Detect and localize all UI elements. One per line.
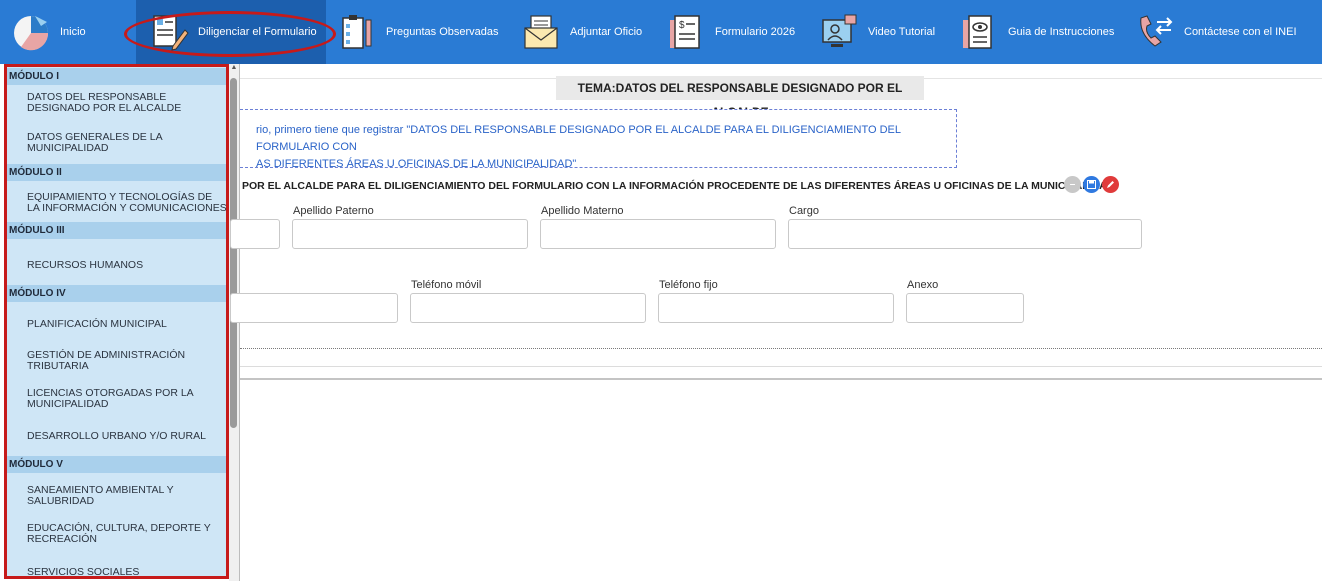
telefono-fijo-label: Teléfono fijo: [659, 279, 718, 291]
nav-label: Inicio: [60, 26, 86, 38]
apellido-materno-input[interactable]: [540, 219, 776, 249]
module-header-5: MÓDULO V: [7, 456, 226, 473]
save-icon[interactable]: [1083, 176, 1100, 193]
nav-label: Contáctese con el INEI: [1184, 26, 1297, 38]
nav-label: Formulario 2026: [715, 26, 796, 38]
telefono-movil-input[interactable]: [410, 293, 646, 323]
sidebar: MÓDULO I DATOS DEL RESPONSABLE DESIGNADO…: [0, 64, 240, 581]
guide-eye-icon: [958, 11, 1000, 53]
apellido-paterno-input[interactable]: [292, 219, 528, 249]
cargo-input[interactable]: [788, 219, 1142, 249]
sidebar-menu: MÓDULO I DATOS DEL RESPONSABLE DESIGNADO…: [4, 64, 229, 579]
envelope-icon: [520, 11, 562, 53]
divider: [240, 366, 1322, 367]
invoice-icon: $: [665, 11, 707, 53]
sidebar-item-datos-generales[interactable]: DATOS GENERALES DE LA MUNICIPALIDAD: [27, 132, 226, 154]
page-title: TEMA:DATOS DEL RESPONSABLE DESIGNADO POR…: [556, 76, 924, 119]
top-nav: Inicio Diligenciar el Formulario Pregunt…: [0, 0, 1322, 64]
section-title: POR EL ALCALDE PARA EL DILIGENCIAMIENTO …: [242, 180, 1115, 192]
nav-label: Preguntas Observadas: [386, 26, 499, 38]
form-edit-icon: [148, 11, 190, 53]
telefono-movil-label: Teléfono móvil: [411, 279, 482, 291]
phone-contact-icon: [1134, 11, 1176, 53]
sidebar-item-educacion[interactable]: EDUCACIÓN, CULTURA, DEPORTE Y RECREACIÓN: [27, 523, 226, 545]
anexo-label: Anexo: [907, 279, 939, 291]
divider: [240, 348, 1322, 349]
module-header-2: MÓDULO II: [7, 164, 226, 181]
apellido-materno-label: Apellido Materno: [541, 205, 624, 217]
sidebar-item-gestion-tributaria[interactable]: GESTIÓN DE ADMINISTRACIÓN TRIBUTARIA: [27, 350, 226, 372]
nav-label: Video Tutorial: [868, 26, 936, 38]
nav-adjuntar-oficio[interactable]: Adjuntar Oficio: [520, 0, 642, 64]
info-line-2: AS DIFERENTES ÁREAS U OFICINAS DE LA MUN…: [256, 158, 577, 170]
nav-video-tutorial[interactable]: Video Tutorial: [818, 0, 935, 64]
nombres-input[interactable]: [230, 219, 280, 249]
nav-label: Guia de Instrucciones: [1008, 26, 1115, 38]
sidebar-item-planificacion[interactable]: PLANIFICACIÓN MUNICIPAL: [27, 319, 226, 330]
tema-label: TEMA:: [577, 81, 616, 95]
module-header-4: MÓDULO IV: [7, 285, 226, 302]
nav-contactese-inei[interactable]: Contáctese con el INEI: [1134, 0, 1297, 64]
sidebar-item-recursos-humanos[interactable]: RECURSOS HUMANOS: [27, 260, 226, 271]
divider: [240, 378, 1322, 380]
sidebar-item-desarrollo-urbano[interactable]: DESARROLLO URBANO Y/O RURAL: [27, 431, 226, 442]
sidebar-item-saneamiento[interactable]: SANEAMIENTO AMBIENTAL Y SALUBRIDAD: [27, 485, 226, 507]
svg-text:$: $: [679, 20, 685, 31]
sidebar-item-licencias[interactable]: LICENCIAS OTORGADAS POR LA MUNICIPALIDAD: [27, 388, 226, 410]
minus-icon[interactable]: –: [1064, 176, 1081, 193]
module-header-3: MÓDULO III: [7, 222, 226, 239]
scroll-up-icon[interactable]: ▲: [230, 64, 238, 74]
scroll-thumb[interactable]: [230, 78, 237, 428]
apellido-paterno-label: Apellido Paterno: [293, 205, 374, 217]
edit-icon[interactable]: [1102, 176, 1119, 193]
info-line-1: rio, primero tiene que registrar "DATOS …: [256, 124, 901, 153]
info-notice: rio, primero tiene que registrar "DATOS …: [240, 109, 957, 170]
nav-label: Adjuntar Oficio: [570, 26, 643, 38]
nav-preguntas-observadas[interactable]: Preguntas Observadas: [336, 0, 499, 64]
module-header-1: MÓDULO I: [7, 68, 226, 85]
nav-diligenciar-formulario[interactable]: Diligenciar el Formulario: [136, 0, 326, 64]
nav-formulario-2026[interactable]: $ Formulario 2026: [665, 0, 795, 64]
pie-chart-icon: [10, 11, 52, 53]
sidebar-item-equipamiento[interactable]: EQUIPAMIENTO Y TECNOLOGÍAS DE LA INFORMA…: [27, 192, 226, 214]
email-input[interactable]: [230, 293, 398, 323]
nav-guia-instrucciones[interactable]: Guia de Instrucciones: [958, 0, 1114, 64]
nav-inicio[interactable]: Inicio: [10, 0, 86, 64]
clipboard-icon: [336, 11, 378, 53]
sidebar-item-datos-responsable[interactable]: DATOS DEL RESPONSABLE DESIGNADO POR EL A…: [27, 92, 226, 114]
nav-label: Diligenciar el Formulario: [198, 26, 317, 38]
sidebar-item-servicios-sociales[interactable]: SERVICIOS SOCIALES: [27, 567, 226, 577]
video-tutorial-icon: [818, 11, 860, 53]
telefono-fijo-input[interactable]: [658, 293, 894, 323]
cargo-label: Cargo: [789, 205, 819, 217]
anexo-input[interactable]: [906, 293, 1024, 323]
